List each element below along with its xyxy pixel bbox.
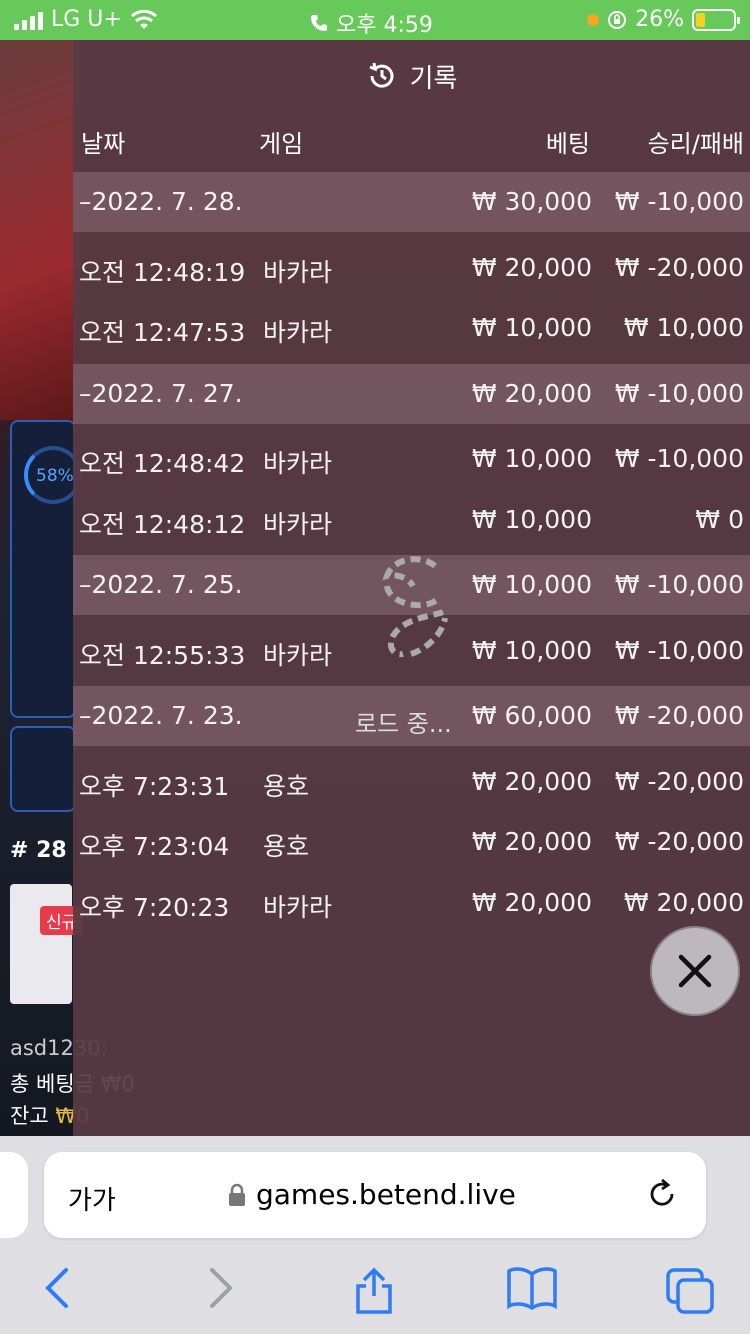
history-row-date: 오전 12:48:19 [79, 257, 246, 287]
history-column-headers: 날짜 게임 베팅 승리/패배 [73, 124, 750, 160]
previous-tab-pill[interactable] [0, 1152, 28, 1238]
bookmarks-icon[interactable] [506, 1266, 558, 1310]
history-row-bet: ₩ 20,000 [471, 827, 592, 856]
history-row-result: ₩ -10,000 [614, 444, 744, 473]
reload-icon[interactable] [644, 1176, 680, 1212]
battery-icon [692, 8, 740, 31]
history-row-bet: ₩ 60,000 [471, 701, 592, 730]
page-settings-button[interactable]: 가가 [68, 1180, 116, 1217]
history-row-result: ₩ -20,000 [614, 827, 744, 856]
history-row-date: –2022. 7. 27. [79, 378, 243, 408]
history-panel: 기록 날짜 게임 베팅 승리/패배 –2022. 7. 28. ₩ 30,000 ₩… [73, 40, 750, 1136]
cellular-signal-icon [14, 10, 43, 30]
column-bet: 베팅 [545, 130, 590, 158]
history-row-bet: ₩ 20,000 [471, 766, 592, 796]
progress-percent: 58% [36, 466, 74, 486]
history-row-bet: ₩ 20,000 [471, 252, 592, 282]
dealer-video [0, 40, 80, 420]
rotation-lock-icon [608, 10, 627, 29]
history-date-group-row: –2022. 7. 27. ₩ 20,000 ₩ -10,000 [73, 363, 750, 424]
history-row-result: ₩ -10,000 [614, 635, 744, 665]
address-bar[interactable]: 가가 games.betend.live [44, 1152, 706, 1238]
history-row-date: 오전 12:48:42 [79, 449, 246, 478]
history-row-game: 용호 [263, 832, 310, 861]
history-row-date: 오전 12:48:12 [79, 509, 246, 539]
loading-spinner-icon [382, 556, 448, 658]
history-row-bet: ₩ 20,000 [471, 378, 592, 408]
history-date-group-row: –2022. 7. 28. ₩ 30,000 ₩ -10,000 [73, 172, 750, 232]
history-entry-row: 오전 12:48:42 바카라 ₩ 10,000 ₩ -10,000 [73, 429, 750, 489]
history-row-result: ₩ 10,000 [623, 313, 744, 342]
history-row-result: ₩ 20,000 [623, 887, 744, 917]
status-bar: LG U+ 오후 4:59 26% [0, 0, 750, 40]
battery-percent: 26% [635, 7, 684, 32]
history-row-game: 바카라 [263, 318, 333, 347]
table-number: # 28 [10, 838, 67, 863]
history-row-bet: ₩ 10,000 [471, 570, 592, 599]
clock-time: 오후 4:59 [336, 13, 433, 38]
history-row-bet: ₩ 10,000 [471, 313, 592, 342]
game-thumbnail[interactable] [10, 884, 72, 1004]
history-row-bet: ₩ 20,000 [471, 887, 592, 917]
history-row-date: 오전 12:55:33 [79, 640, 246, 670]
navigation-toolbar [0, 1266, 750, 1316]
url-text: games.betend.live [256, 1178, 516, 1211]
history-entry-row: 오전 12:47:53 바카라 ₩ 10,000 ₩ 10,000 [73, 298, 750, 358]
history-row-date: –2022. 7. 28. [79, 187, 243, 216]
history-row-result: ₩ -20,000 [614, 766, 744, 796]
url-display[interactable]: games.betend.live [228, 1178, 516, 1211]
history-row-date: 오후 7:23:31 [79, 771, 230, 801]
history-row-bet: ₩ 10,000 [471, 504, 592, 534]
history-row-date: –2022. 7. 23. [79, 701, 243, 730]
history-row-date: 오후 7:20:23 [79, 892, 230, 922]
column-date: 날짜 [81, 130, 126, 158]
history-row-result: ₩ -10,000 [614, 378, 744, 408]
history-entry-row: 오전 12:48:12 바카라 ₩ 10,000 ₩ 0 [73, 490, 750, 550]
browser-toolbar: 가가 games.betend.live [0, 1136, 750, 1334]
history-row-game: 바카라 [263, 509, 333, 539]
recording-indicator-icon [587, 13, 600, 26]
phone-icon [311, 15, 327, 31]
history-row-date: 오후 7:23:04 [79, 832, 230, 861]
close-icon [678, 954, 712, 988]
history-row-bet: ₩ 30,000 [471, 187, 592, 216]
history-row-date: 오전 12:47:53 [79, 318, 246, 347]
history-row-result: ₩ -20,000 [614, 701, 744, 730]
history-row-result: ₩ -20,000 [614, 252, 744, 282]
history-row-game: 바카라 [263, 257, 333, 287]
history-row-game: 바카라 [263, 892, 333, 922]
share-icon[interactable] [352, 1266, 396, 1316]
history-row-bet: ₩ 10,000 [471, 444, 592, 473]
history-header: 기록 [73, 56, 750, 96]
history-row-game: 용호 [263, 771, 310, 801]
lock-icon [229, 1183, 245, 1206]
history-entry-row: 오후 7:23:04 용호 ₩ 20,000 ₩ -20,000 [73, 812, 750, 872]
history-entry-row: 오후 7:20:23 바카라 ₩ 20,000 ₩ 20,000 [73, 873, 750, 933]
history-title: 기록 [409, 63, 458, 94]
game-card-secondary[interactable] [10, 726, 76, 812]
column-result: 승리/패배 [647, 130, 744, 158]
balance-label: 잔고 [10, 1104, 49, 1128]
history-clock-icon [369, 62, 394, 88]
loading-text: 로드 중... [355, 710, 452, 738]
back-arrow-icon[interactable] [42, 1266, 74, 1310]
history-row-game: 바카라 [263, 449, 333, 478]
tabs-icon[interactable] [664, 1266, 716, 1314]
history-entry-row: 오후 7:23:31 용호 ₩ 20,000 ₩ -20,000 [73, 752, 750, 812]
column-game: 게임 [259, 130, 304, 158]
game-card[interactable]: 58% [10, 420, 82, 718]
close-button[interactable] [650, 926, 740, 1016]
history-row-result: ₩ -10,000 [614, 570, 744, 599]
carrier-label: LG U+ [51, 7, 122, 32]
history-row-result: ₩ -10,000 [614, 187, 744, 216]
history-row-game: 바카라 [263, 640, 333, 670]
forward-arrow-icon[interactable] [204, 1266, 236, 1310]
history-entry-row: 오전 12:48:19 바카라 ₩ 20,000 ₩ -20,000 [73, 238, 750, 298]
wifi-icon [130, 9, 157, 29]
history-row-result: ₩ 0 [695, 504, 744, 534]
history-row-bet: ₩ 10,000 [471, 635, 592, 665]
history-row-date: –2022. 7. 25. [79, 570, 243, 599]
